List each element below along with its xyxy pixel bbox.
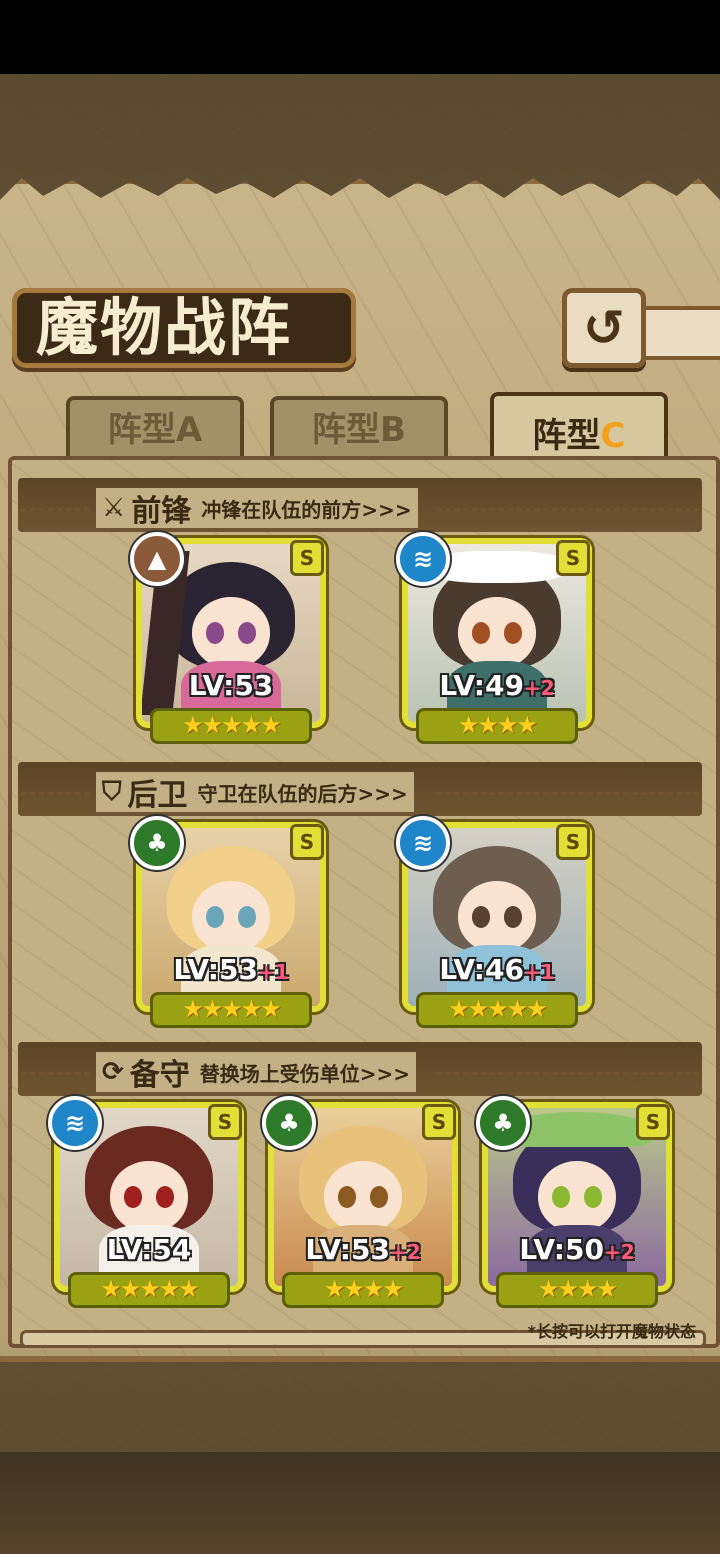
level-bonus: +2 <box>603 1240 635 1264</box>
level-bonus: +1 <box>523 960 555 984</box>
section-desc: 冲锋在队伍的前方>>> <box>201 497 412 522</box>
unit-level: LV:46+1 <box>408 953 586 986</box>
long-press-hint: *长按可以打开魔物状态 <box>527 1322 696 1341</box>
unit-level: LV:53+1 <box>142 953 320 986</box>
unit-card-back-1[interactable]: ♣ S LV:53+1 ★★★★★ <box>130 816 326 1028</box>
tab-formation-b[interactable]: 阵型B <box>270 396 448 456</box>
unit-card-reserve-1[interactable]: ≋ S LV:54 ★★★★★ <box>48 1096 244 1308</box>
water-element-icon: ≋ <box>48 1096 102 1150</box>
level-bonus: +2 <box>389 1240 421 1264</box>
rank-badge: S <box>556 540 590 576</box>
level-value: LV:50 <box>519 1233 604 1266</box>
rank-badge: S <box>208 1104 242 1140</box>
section-header-reserve: ⟳ 备守 替换场上受伤单位>>> <box>96 1052 417 1093</box>
page-title: 魔物战阵 <box>36 291 293 364</box>
unit-card-front-2[interactable]: ≋ S LV:49+2 ★★★★ <box>396 532 592 744</box>
tab-accent-letter: C <box>600 416 626 456</box>
rank-badge: S <box>290 824 324 860</box>
star-rating: ★★★★★ <box>150 992 312 1028</box>
back-button-tail <box>646 306 720 360</box>
star-rating: ★★★★★ <box>68 1272 230 1308</box>
nature-element-icon: ♣ <box>476 1096 530 1150</box>
earth-element-icon: ▲ <box>130 532 184 586</box>
level-value: LV:49 <box>439 669 524 702</box>
unit-card-front-1[interactable]: ▲ S LV:53 ★★★★★ <box>130 532 326 744</box>
rank-badge: S <box>290 540 324 576</box>
section-header-front: ⚔ 前锋 冲锋在队伍的前方>>> <box>96 488 418 529</box>
level-bonus: +2 <box>523 676 555 700</box>
star-rating: ★★★★ <box>416 708 578 744</box>
section-desc: 替换场上受伤单位>>> <box>199 1061 411 1086</box>
section-name: 后卫 <box>127 778 188 813</box>
section-header-back: ⛉ 后卫 守卫在队伍的后方>>> <box>96 772 414 813</box>
divider <box>436 792 700 795</box>
water-element-icon: ≋ <box>396 532 450 586</box>
unit-level: LV:53+2 <box>274 1233 452 1266</box>
star-rating: ★★★★ <box>496 1272 658 1308</box>
sword-icon: ⚔ <box>102 493 126 523</box>
level-value: LV:53 <box>173 953 258 986</box>
water-element-icon: ≋ <box>396 816 450 870</box>
shield-icon: ⛉ <box>102 776 122 807</box>
divider <box>20 792 90 795</box>
rank-badge: S <box>636 1104 670 1140</box>
nature-element-icon: ♣ <box>130 816 184 870</box>
tab-label: 阵型B <box>312 410 406 450</box>
swap-icon: ⟳ <box>102 1057 124 1087</box>
unit-card-reserve-2[interactable]: ♣ S LV:53+2 ★★★★ <box>262 1096 458 1308</box>
star-rating: ★★★★★ <box>150 708 312 744</box>
return-icon: ↺ <box>583 299 625 357</box>
unit-card-back-2[interactable]: ≋ S LV:46+1 ★★★★★ <box>396 816 592 1028</box>
level-value: LV:53 <box>305 1233 390 1266</box>
unit-card-reserve-3[interactable]: ♣ S LV:50+2 ★★★★ <box>476 1096 672 1308</box>
divider <box>20 508 90 511</box>
divider <box>436 508 700 511</box>
level-value: LV:53 <box>188 669 274 702</box>
level-value: LV:54 <box>106 1233 192 1266</box>
section-name: 前锋 <box>131 494 192 529</box>
tab-formation-a[interactable]: 阵型A <box>66 396 244 456</box>
tab-label: 阵型 <box>532 416 601 456</box>
level-bonus: +1 <box>257 960 289 984</box>
level-value: LV:46 <box>439 953 524 986</box>
rank-badge: S <box>422 1104 456 1140</box>
rank-badge: S <box>556 824 590 860</box>
section-name: 备守 <box>129 1058 190 1093</box>
unit-level: LV:54 <box>60 1233 238 1266</box>
nature-element-icon: ♣ <box>262 1096 316 1150</box>
back-button[interactable]: ↺ <box>562 288 646 368</box>
divider <box>436 1072 700 1075</box>
star-rating: ★★★★★ <box>416 992 578 1028</box>
divider <box>20 1072 90 1075</box>
unit-level: LV:49+2 <box>408 669 586 702</box>
section-desc: 守卫在队伍的后方>>> <box>197 781 408 806</box>
map-background-bottom <box>0 1452 720 1554</box>
star-rating: ★★★★ <box>282 1272 444 1308</box>
tab-label: 阵型A <box>107 410 203 450</box>
unit-level: LV:53 <box>142 669 320 702</box>
unit-level: LV:50+2 <box>488 1233 666 1266</box>
